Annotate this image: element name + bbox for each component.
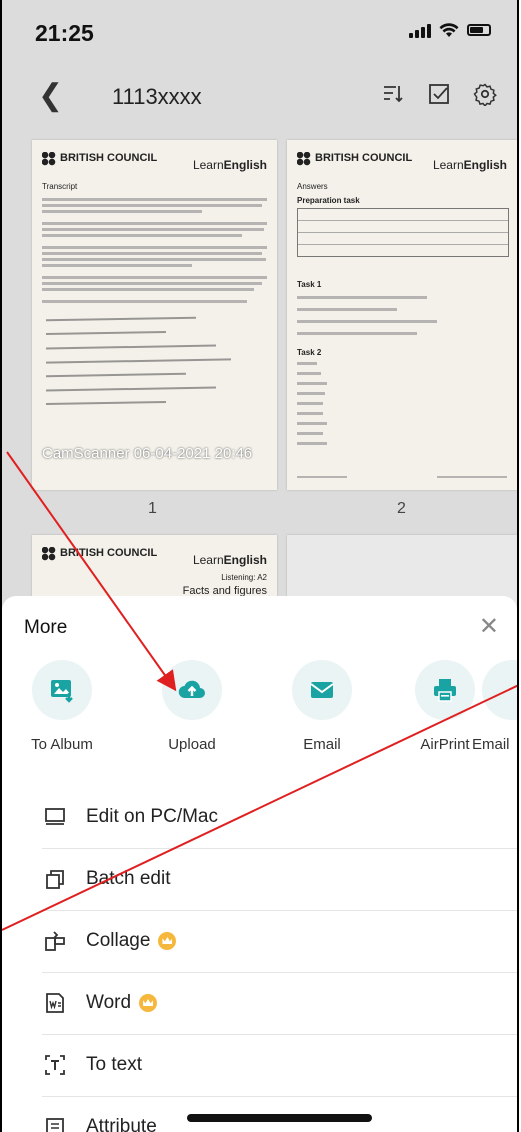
more-bottom-sheet: More ✕ To Album Upload Email AirPrint Em…	[2, 596, 517, 1132]
item-label: Word	[86, 992, 132, 1013]
item-label: Edit on PC/Mac	[86, 806, 218, 827]
sheet-title: More	[24, 617, 68, 638]
to-text-item[interactable]: To text	[42, 1034, 517, 1097]
battery-icon	[467, 24, 491, 36]
batch-edit-icon	[42, 866, 68, 892]
status-bar: 21:25	[2, 0, 517, 62]
email-icon	[482, 660, 517, 720]
share-to-album-button[interactable]: To Album	[12, 660, 112, 753]
wifi-icon	[439, 23, 459, 37]
back-chevron-icon[interactable]: ❮	[38, 78, 63, 113]
british-council-logo: BRITISH COUNCIL	[297, 152, 412, 166]
nav-actions	[381, 82, 497, 106]
phone-frame: 21:25 ❮ 1113xxxx BRITISH COUNCIL LearnEn…	[0, 0, 519, 1132]
printer-icon	[415, 660, 475, 720]
task1-heading: Task 1	[297, 280, 322, 289]
share-label: Upload	[168, 736, 216, 753]
learn-english-logo: LearnEnglish	[192, 553, 267, 567]
document-title[interactable]: 1113xxxx	[112, 84, 202, 110]
settings-gear-icon[interactable]	[473, 82, 497, 106]
email-icon	[292, 660, 352, 720]
premium-crown-icon	[158, 932, 177, 950]
word-item[interactable]: Word	[42, 972, 517, 1035]
text-recognition-icon	[42, 1052, 68, 1078]
batch-edit-item[interactable]: Batch edit	[42, 848, 517, 911]
nav-bar: ❮ 1113xxxx	[2, 70, 517, 122]
page-thumbnail-2[interactable]: BRITISH COUNCIL LearnEnglish Answers Pre…	[287, 140, 517, 490]
premium-crown-icon	[139, 994, 158, 1012]
cloud-upload-icon	[162, 660, 222, 720]
learn-english-logo: LearnEnglish	[192, 158, 267, 172]
british-council-logo: BRITISH COUNCIL	[42, 152, 157, 166]
page-heading: Answers	[297, 182, 328, 191]
learn-english-logo: LearnEnglish	[432, 158, 507, 172]
camscanner-watermark: CamScanner 06-04-2021 20:46	[42, 445, 253, 462]
share-upload-button[interactable]: Upload	[142, 660, 242, 753]
status-icons	[409, 22, 491, 38]
share-row: To Album Upload Email AirPrint Email	[2, 660, 517, 780]
page-subheading: Preparation task	[297, 196, 360, 205]
page-level: Listening: A2	[221, 573, 267, 582]
share-label: Email	[472, 736, 510, 753]
share-email-button-2[interactable]: Email	[472, 660, 517, 753]
share-label: To Album	[31, 736, 93, 753]
collage-icon	[42, 928, 68, 954]
select-checkbox-icon[interactable]	[427, 82, 451, 106]
item-label: Attribute	[86, 1116, 157, 1132]
page-heading: Transcript	[42, 182, 78, 191]
item-label: To text	[86, 1054, 142, 1075]
status-time: 21:25	[35, 20, 94, 46]
share-label: Email	[303, 736, 341, 753]
collage-item[interactable]: Collage	[42, 910, 517, 973]
attribute-icon	[42, 1114, 68, 1132]
page-number-2: 2	[397, 500, 406, 517]
desktop-icon	[42, 804, 68, 830]
album-icon	[32, 660, 92, 720]
home-indicator	[187, 1114, 372, 1122]
task2-heading: Task 2	[297, 348, 322, 357]
answers-table	[297, 208, 509, 257]
edit-on-pc-mac-item[interactable]: Edit on PC/Mac	[42, 786, 517, 849]
word-icon	[42, 990, 68, 1016]
item-label: Collage	[86, 930, 151, 951]
share-email-button[interactable]: Email	[272, 660, 372, 753]
sort-icon[interactable]	[381, 82, 405, 106]
page-number-1: 1	[148, 500, 157, 517]
item-label: Batch edit	[86, 868, 171, 889]
british-council-logo: BRITISH COUNCIL	[42, 547, 157, 561]
close-icon[interactable]: ✕	[479, 612, 499, 641]
signal-icon	[409, 23, 431, 38]
page-thumbnail-1[interactable]: BRITISH COUNCIL LearnEnglish Transcript …	[32, 140, 277, 490]
